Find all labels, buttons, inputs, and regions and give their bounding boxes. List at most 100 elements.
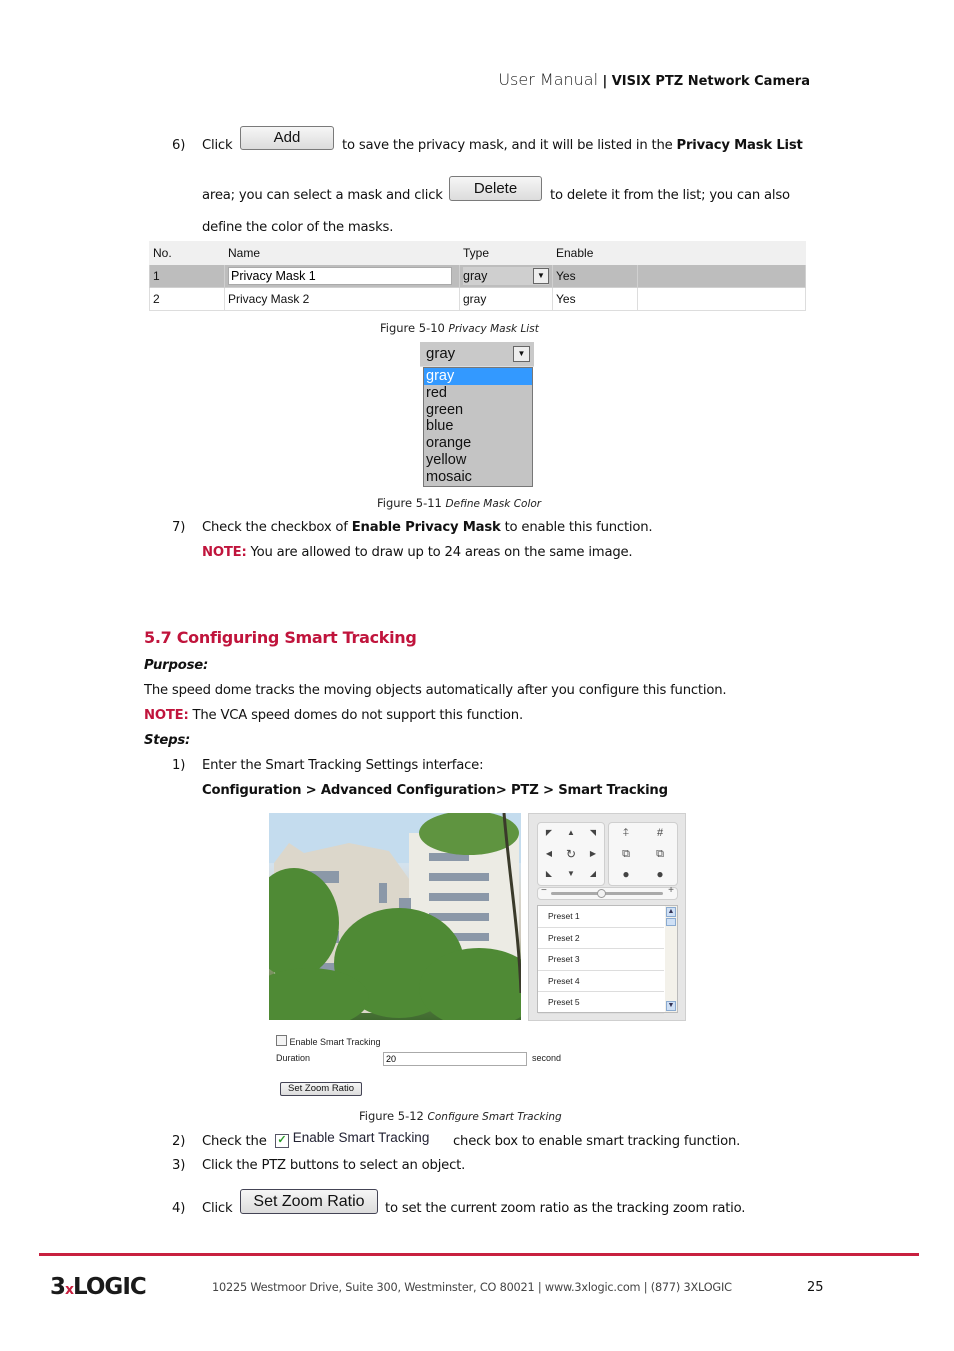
dropdown-option[interactable]: yellow bbox=[424, 452, 532, 469]
purpose-note: NOTE: The VCA speed domes do not support… bbox=[144, 708, 523, 723]
duration-unit: second bbox=[532, 1053, 562, 1063]
preset-item[interactable]: Preset 4 bbox=[538, 971, 664, 992]
header-title-light: User Manual bbox=[498, 70, 599, 89]
page-number: 25 bbox=[807, 1280, 824, 1295]
row-enable: Yes bbox=[552, 287, 638, 311]
table-row[interactable]: 2 Privacy Mask 2 gray Yes bbox=[149, 287, 806, 311]
duration-input[interactable] bbox=[383, 1052, 527, 1066]
preset-scrollbar[interactable]: ▲ ▼ bbox=[665, 906, 677, 1012]
enable-privacy-mask-term: Enable Privacy Mask bbox=[351, 520, 501, 535]
step-7-text-b: to enable this function. bbox=[504, 520, 653, 535]
live-view-scene bbox=[269, 813, 521, 1020]
purpose-label: Purpose: bbox=[144, 658, 209, 673]
step-6-line-1: to save the privacy mask, and it will be… bbox=[342, 138, 803, 153]
chevron-down-icon[interactable]: ▼ bbox=[533, 268, 549, 284]
col-header-no: No. bbox=[149, 241, 225, 265]
step-4-text-b: to set the current zoom ratio as the tra… bbox=[385, 1201, 746, 1216]
row-blank bbox=[637, 264, 806, 288]
ptz-lens-buttons: ⍏ # ⧉ ⧉ ● ● bbox=[608, 822, 678, 886]
ptz-direction-pad: ◤ ▲ ◥ ◀ ↻ ▶ ◣ ▼ ◢ bbox=[537, 822, 605, 886]
iris-open-icon[interactable]: ● bbox=[609, 864, 643, 885]
step-2-text-a: Check the bbox=[202, 1134, 267, 1149]
scroll-up-icon[interactable]: ▲ bbox=[666, 907, 676, 917]
step-7-text: Check the checkbox of Enable Privacy Mas… bbox=[202, 520, 653, 535]
mask-color-dropdown[interactable]: gray ▼ gray red green blue orange yellow mosai… bbox=[420, 342, 535, 487]
table-row[interactable]: 1 gray ▼ Yes bbox=[149, 264, 806, 288]
scroll-thumb[interactable] bbox=[666, 918, 676, 926]
step-1-text: Enter the Smart Tracking Settings interf… bbox=[202, 758, 484, 773]
step-3-number: 3) bbox=[172, 1158, 186, 1173]
ptz-down-left-icon[interactable]: ◣ bbox=[538, 864, 560, 885]
caption-label: Figure 5-11 bbox=[377, 496, 442, 510]
step-6-after-delete: to delete it from the list; you can also bbox=[550, 188, 790, 203]
focus-far-icon[interactable]: ⧉ bbox=[643, 844, 677, 865]
step-3-text: Click the PTZ buttons to select an objec… bbox=[202, 1158, 466, 1173]
mask-type-select[interactable]: gray ▼ bbox=[463, 267, 549, 285]
section-title: Configuring Smart Tracking bbox=[176, 628, 417, 647]
col-header-type: Type bbox=[459, 241, 553, 265]
dropdown-option[interactable]: orange bbox=[424, 435, 532, 452]
preset-item[interactable]: Preset 1 bbox=[538, 906, 664, 928]
enable-smart-tracking-checkbox[interactable] bbox=[276, 1035, 287, 1046]
ptz-left-icon[interactable]: ◀ bbox=[538, 844, 560, 865]
checkbox-label: Enable Smart Tracking bbox=[292, 1130, 430, 1145]
purpose-text: The speed dome tracks the moving objects… bbox=[144, 683, 727, 698]
zoom-speed-slider[interactable]: − + bbox=[537, 885, 678, 900]
mask-type-value: gray bbox=[463, 269, 488, 283]
ptz-down-icon[interactable]: ▼ bbox=[560, 864, 582, 885]
3xlogic-logo: 3xLOGIC bbox=[50, 1274, 147, 1300]
caption-title: Define Mask Color bbox=[445, 498, 542, 510]
set-zoom-ratio-button-figure[interactable]: Set Zoom Ratio bbox=[280, 1082, 362, 1096]
figure-5-10-caption: Figure 5-10 Privacy Mask List bbox=[380, 321, 539, 335]
ptz-up-icon[interactable]: ▲ bbox=[560, 823, 582, 844]
step-6-define-text: define the color of the masks. bbox=[202, 220, 394, 235]
set-zoom-ratio-button[interactable]: Set Zoom Ratio bbox=[240, 1189, 378, 1214]
logo-part-logic: LOGIC bbox=[73, 1274, 147, 1300]
section-number: 5.7 bbox=[144, 628, 172, 647]
mask-name-input[interactable] bbox=[228, 267, 452, 285]
ptz-up-left-icon[interactable]: ◤ bbox=[538, 823, 560, 844]
dropdown-option[interactable]: mosaic bbox=[424, 469, 532, 486]
zoom-in-icon[interactable]: ⍏ bbox=[609, 823, 643, 844]
ptz-down-right-icon[interactable]: ◢ bbox=[582, 864, 604, 885]
chevron-down-icon[interactable]: ▼ bbox=[513, 346, 530, 362]
note-label: NOTE: bbox=[144, 708, 189, 723]
step-7-number: 7) bbox=[172, 520, 186, 535]
delete-button[interactable]: Delete bbox=[449, 176, 542, 201]
dropdown-option[interactable]: red bbox=[424, 385, 532, 402]
add-button[interactable]: Add bbox=[240, 126, 334, 150]
preset-item[interactable]: Preset 3 bbox=[538, 949, 664, 971]
row-no: 2 bbox=[149, 287, 225, 311]
focus-near-icon[interactable]: ⧉ bbox=[609, 844, 643, 865]
dropdown-option[interactable]: gray bbox=[424, 368, 532, 385]
preset-item[interactable]: Preset 2 bbox=[538, 928, 664, 949]
footer-address: 10225 Westmoor Drive, Suite 300, Westmin… bbox=[212, 1281, 732, 1294]
slider-track bbox=[551, 892, 663, 895]
logo-part-3: 3 bbox=[50, 1274, 66, 1300]
step-1-number: 1) bbox=[172, 758, 186, 773]
caption-label: Figure 5-12 bbox=[359, 1109, 424, 1123]
dropdown-option[interactable]: blue bbox=[424, 418, 532, 435]
ptz-right-icon[interactable]: ▶ bbox=[582, 844, 604, 865]
row-no: 1 bbox=[149, 264, 225, 288]
iris-close-icon[interactable]: ● bbox=[643, 864, 677, 885]
slider-thumb[interactable] bbox=[597, 889, 607, 898]
enable-smart-tracking-inline: ✓ Enable Smart Tracking bbox=[275, 1130, 429, 1148]
step-6-click-text: Click bbox=[202, 138, 233, 153]
table-header-row: No. Name Type Enable bbox=[149, 241, 806, 265]
footer-divider bbox=[39, 1253, 919, 1256]
ptz-auto-pan-icon[interactable]: ↻ bbox=[560, 844, 582, 865]
caption-title: Configure Smart Tracking bbox=[427, 1111, 562, 1123]
scroll-down-icon[interactable]: ▼ bbox=[666, 1001, 676, 1011]
dropdown-option[interactable]: green bbox=[424, 402, 532, 419]
slider-plus: + bbox=[668, 885, 674, 896]
camera-live-view[interactable] bbox=[269, 813, 521, 1020]
dropdown-closed[interactable]: gray ▼ bbox=[420, 342, 534, 367]
preset-item[interactable]: Preset 5 bbox=[538, 992, 664, 1014]
zoom-out-icon[interactable]: # bbox=[643, 823, 677, 844]
enable-smart-tracking-row: Enable Smart Tracking bbox=[276, 1035, 381, 1047]
figure-5-11-caption: Figure 5-11 Define Mask Color bbox=[377, 496, 541, 510]
step-7-note: NOTE: You are allowed to draw up to 24 a… bbox=[202, 545, 633, 560]
ptz-up-right-icon[interactable]: ◥ bbox=[582, 823, 604, 844]
checkmark-icon: ✓ bbox=[275, 1134, 289, 1148]
